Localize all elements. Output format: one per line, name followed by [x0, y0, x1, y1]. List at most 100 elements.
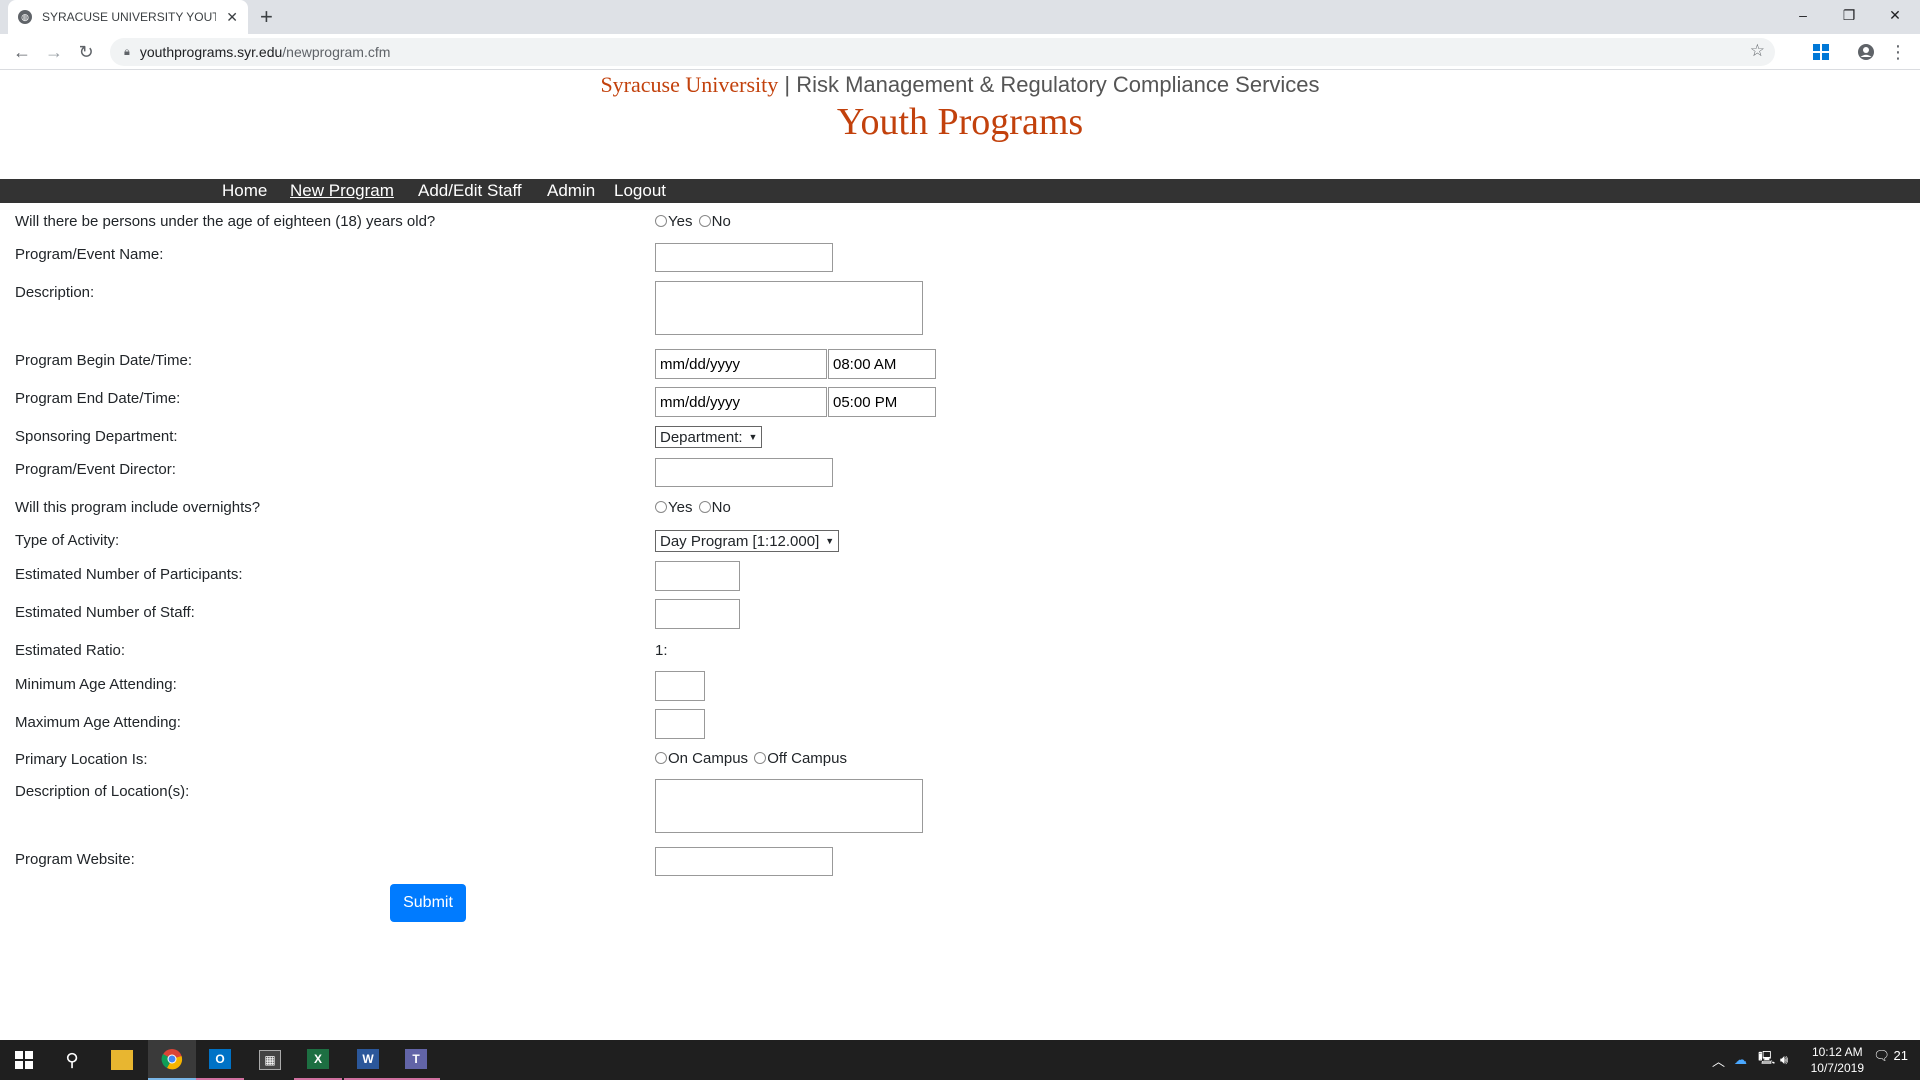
clock-date: 10/7/2019	[1810, 1061, 1864, 1075]
outlook-icon[interactable]: O	[196, 1040, 244, 1080]
participants-input[interactable]	[655, 561, 740, 591]
excel-icon[interactable]: X	[294, 1040, 342, 1080]
nav-logout[interactable]: Logout	[614, 181, 666, 201]
activity-type-select[interactable]: Day Program [1:12.000] ▼	[655, 530, 840, 552]
website-label: Program Website:	[15, 851, 135, 868]
page-title: Youth Programs	[836, 101, 1084, 143]
nav-home[interactable]: Home	[222, 181, 267, 201]
network-icon[interactable]: 🖳︎	[1758, 1040, 1775, 1080]
onedrive-icon[interactable]: ☁	[1734, 1040, 1747, 1080]
submit-button[interactable]: Submit	[390, 884, 466, 922]
minimize-button[interactable]: –	[1780, 0, 1826, 30]
location-description-label: Description of Location(s):	[15, 783, 190, 800]
max-age-input[interactable]	[655, 709, 705, 739]
tab-title: SYRACUSE UNIVERSITY YOUTH P	[42, 10, 217, 24]
end-datetime-label: Program End Date/Time:	[15, 390, 181, 407]
volume-icon[interactable]: 🔊︎	[1780, 1040, 1788, 1080]
profile-icon[interactable]	[1857, 43, 1875, 61]
main-nav: Home New Program Add/Edit Staff Admin Lo…	[0, 179, 1920, 203]
nav-new-program[interactable]: New Program	[290, 181, 394, 201]
website-input[interactable]	[655, 847, 833, 876]
notification-icon: 🗨︎	[1873, 1048, 1890, 1063]
under18-yes-label: Yes	[668, 213, 693, 230]
overnights-label: Will this program include overnights?	[15, 499, 261, 516]
under18-no-label: No	[711, 213, 731, 230]
on-campus-radio[interactable]	[655, 752, 667, 764]
description-textarea[interactable]	[655, 281, 923, 335]
url-host: youthprograms.syr.edu	[139, 44, 283, 60]
director-label: Program/Event Director:	[15, 461, 176, 478]
clock-time: 10:12 AM	[1811, 1045, 1863, 1059]
staff-count-label: Estimated Number of Staff:	[15, 604, 195, 621]
close-window-button[interactable]: ✕	[1872, 0, 1918, 30]
off-campus-label: Off Campus	[767, 750, 847, 767]
show-hidden-icons-icon[interactable]: ︿	[1712, 1040, 1725, 1080]
ratio-value: 1:	[655, 642, 668, 659]
header-line: Syracuse University | Risk Management & …	[0, 72, 1920, 98]
start-windows-icon[interactable]	[0, 1040, 48, 1080]
calculator-icon[interactable]: ▦	[246, 1040, 294, 1080]
address-bar[interactable]: 🔒︎ youthprograms.syr.edu/newprogram.cfm …	[110, 38, 1775, 66]
chevron-down-icon: ▼	[748, 432, 758, 442]
teams-icon[interactable]: T	[392, 1040, 440, 1080]
program-name-input[interactable]	[655, 243, 833, 272]
director-input[interactable]	[655, 458, 833, 487]
ratio-label: Estimated Ratio:	[15, 642, 126, 659]
begin-datetime-label: Program Begin Date/Time:	[15, 352, 193, 369]
reload-icon[interactable]: ↻	[74, 40, 98, 64]
word-icon[interactable]: W	[344, 1040, 392, 1080]
on-campus-label: On Campus	[668, 750, 749, 767]
under18-no-radio[interactable]	[698, 215, 711, 227]
begin-date-input[interactable]	[655, 349, 827, 379]
participants-label: Estimated Number of Participants:	[15, 566, 243, 583]
notification-center[interactable]: 🗨︎ 21	[1873, 1048, 1908, 1064]
forward-icon[interactable]: →	[42, 40, 66, 64]
tab-close-icon[interactable]: ✕	[226, 9, 238, 26]
end-date-input[interactable]	[655, 387, 827, 417]
program-name-label: Program/Event Name:	[15, 246, 164, 263]
windows-extension-icon[interactable]	[1812, 43, 1830, 61]
nav-add-edit-staff[interactable]: Add/Edit Staff	[418, 181, 522, 201]
chevron-down-icon: ▼	[825, 536, 835, 546]
description-label: Description:	[15, 284, 95, 301]
staff-count-input[interactable]	[655, 599, 740, 629]
sponsoring-department-value: Department:	[660, 428, 743, 446]
notification-count: 21	[1893, 1048, 1908, 1063]
activity-type-label: Type of Activity:	[15, 532, 120, 549]
under18-yes-radio[interactable]	[655, 215, 667, 227]
off-campus-radio[interactable]	[754, 752, 767, 764]
browser-toolbar: ← → ↻ 🔒︎ youthprograms.syr.edu/newprogra…	[0, 34, 1920, 70]
location-description-textarea[interactable]	[655, 779, 923, 833]
chrome-icon[interactable]	[148, 1040, 196, 1080]
overnights-no-radio[interactable]	[698, 501, 711, 513]
under18-label: Will there be persons under the age of e…	[15, 213, 436, 230]
site-header: Syracuse University | Risk Management & …	[0, 72, 1920, 144]
overnights-yes-radio[interactable]	[655, 501, 667, 513]
bookmark-star-icon[interactable]: ☆	[1750, 41, 1765, 61]
system-clock[interactable]: 10:12 AM 10/7/2019	[1811, 1044, 1864, 1076]
nav-admin[interactable]: Admin	[547, 181, 595, 201]
url-path: /newprogram.cfm	[282, 44, 391, 60]
sponsoring-department-select[interactable]: Department: ▼	[655, 426, 763, 448]
menu-kebab-icon[interactable]: ⋮	[1886, 40, 1910, 64]
back-icon[interactable]: ←	[10, 40, 34, 64]
header-separator: |	[784, 72, 791, 97]
restore-button[interactable]: ❐	[1826, 0, 1872, 30]
primary-location-label: Primary Location Is:	[15, 751, 148, 768]
globe-icon: ◍	[18, 10, 32, 24]
activity-type-value: Day Program [1:12.000]	[660, 532, 820, 550]
under18-radios: Yes No	[655, 213, 731, 230]
min-age-input[interactable]	[655, 671, 705, 701]
begin-time-input[interactable]	[828, 349, 936, 379]
browser-tab[interactable]: ◍ SYRACUSE UNIVERSITY YOUTH P ✕	[8, 0, 248, 34]
search-icon[interactable]: ⚲	[48, 1040, 96, 1080]
university-name[interactable]: Syracuse University	[600, 72, 778, 97]
primary-location-radios: On Campus Off Campus	[655, 750, 847, 767]
file-explorer-icon[interactable]	[98, 1040, 146, 1080]
department-name: Risk Management & Regulatory Compliance …	[796, 72, 1320, 97]
new-tab-button[interactable]: +	[260, 4, 273, 30]
browser-tabbar: ◍ SYRACUSE UNIVERSITY YOUTH P ✕ + – ❐ ✕	[0, 0, 1920, 34]
overnights-radios: Yes No	[655, 499, 731, 516]
end-time-input[interactable]	[828, 387, 936, 417]
max-age-label: Maximum Age Attending:	[15, 714, 181, 731]
